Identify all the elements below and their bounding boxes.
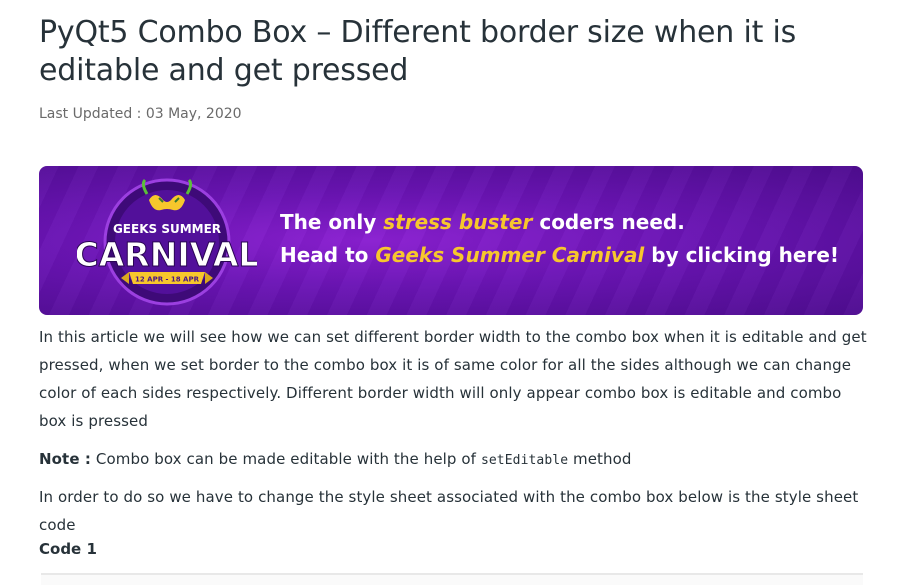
banner-accent-text: stress buster [383, 210, 533, 234]
inline-code-seteditable: setEditable [480, 453, 569, 468]
stylesheet-paragraph: In order to do so we have to change the … [39, 488, 859, 534]
note-suffix: method [568, 450, 632, 468]
last-updated-date: Last Updated : 03 May, 2020 [39, 106, 242, 122]
banner-headline-line1: The only stress buster coders need. [280, 210, 685, 234]
badge-dates-text: 12 APR - 18 APR [135, 276, 200, 284]
banner-text: Head to [280, 243, 376, 267]
banner-text: The only [280, 210, 384, 234]
page-title: PyQt5 Combo Box – Different border size … [39, 15, 797, 88]
code-block [41, 573, 863, 585]
badge-carnival-text: CARNIVAL [77, 235, 257, 274]
banner-text: by clicking here! [644, 243, 840, 267]
note-text: Combo box can be made editable with the … [91, 450, 481, 468]
note-paragraph: Note : Combo box can be made editable wi… [39, 445, 869, 475]
banner-headline-line2: Head to Geeks Summer Carnival by clickin… [280, 243, 839, 267]
note-label: Note : [39, 450, 92, 468]
carnival-promo-banner[interactable]: GEEKS SUMMER CARNIVAL 12 APR - 18 APR Th… [39, 166, 863, 315]
intro-paragraph: In this article we will see how we can s… [39, 328, 867, 430]
banner-accent-text: Geeks Summer Carnival [375, 243, 645, 267]
banner-text: coders need. [532, 210, 685, 234]
carnival-badge-logo: GEEKS SUMMER CARNIVAL 12 APR - 18 APR [77, 178, 257, 306]
badge-title-text: GEEKS SUMMER [113, 222, 221, 236]
code-heading: Code 1 [39, 540, 97, 558]
